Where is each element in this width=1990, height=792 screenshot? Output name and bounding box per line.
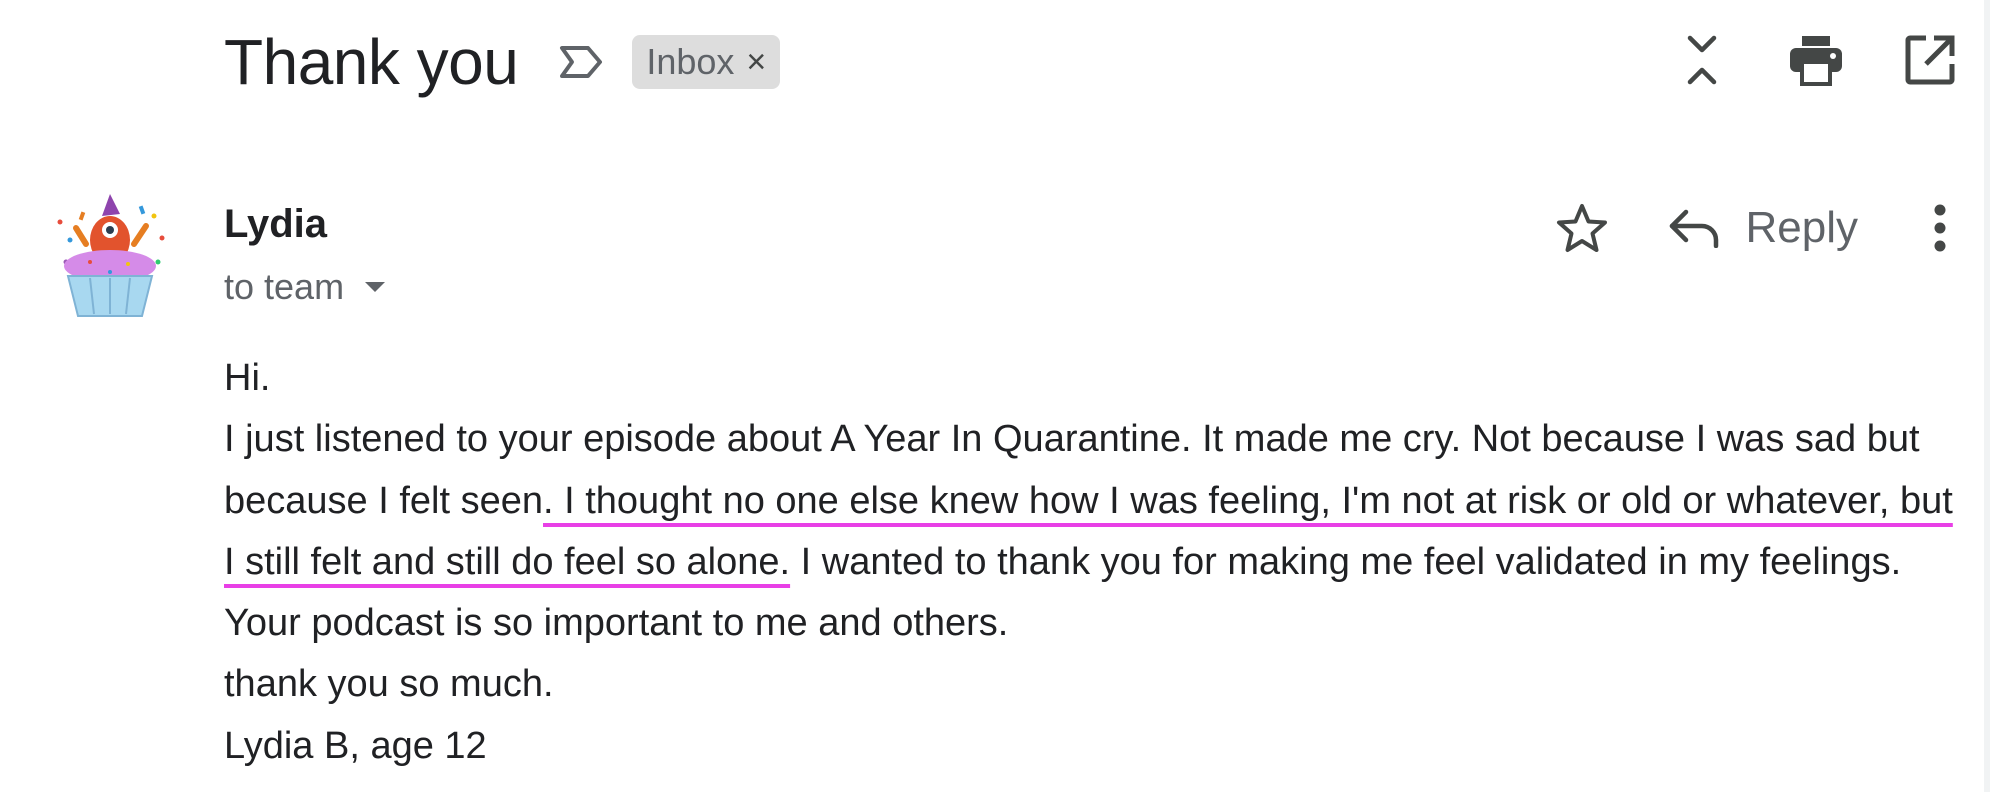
expand-collapse-icon[interactable] <box>1674 30 1730 90</box>
greeting-line: Hi. <box>224 357 271 399</box>
closing-line: thank you so much. <box>224 663 554 706</box>
thread-actions <box>1616 30 1958 90</box>
message-actions: Reply <box>1554 198 1951 258</box>
signature-line: Lydia B, age 12 <box>224 724 487 767</box>
scrollbar-track[interactable] <box>1984 0 1990 792</box>
recipients-toggle[interactable]: to team <box>224 266 386 308</box>
recipients-text: to team <box>224 266 345 307</box>
label-chip-text: Inbox <box>646 41 735 82</box>
print-icon[interactable] <box>1788 30 1844 90</box>
sender-avatar[interactable] <box>50 192 170 322</box>
open-in-new-window-icon[interactable] <box>1902 30 1958 90</box>
important-marker-icon[interactable] <box>558 42 606 82</box>
star-icon[interactable] <box>1554 200 1610 256</box>
subject-row: Thank you Inbox × <box>224 22 781 102</box>
remove-label-button[interactable]: × <box>746 45 766 79</box>
inbox-label-chip: Inbox × <box>632 35 781 89</box>
more-vert-icon[interactable] <box>1930 198 1950 258</box>
caret-down-icon[interactable] <box>364 280 386 294</box>
email-view: Thank you Inbox × Lydia to team Reply Hi… <box>0 0 1990 792</box>
reply-arrow-icon <box>1669 209 1718 248</box>
email-subject: Thank you <box>224 26 519 98</box>
sender-name: Lydia <box>224 202 327 246</box>
message-body: Hi. I just listened to your episode abou… <box>224 348 1964 777</box>
reply-label: Reply <box>1745 203 1859 252</box>
reply-button[interactable]: Reply <box>1668 203 1859 253</box>
body-paragraph: I just listened to your episode about A … <box>224 409 1964 654</box>
